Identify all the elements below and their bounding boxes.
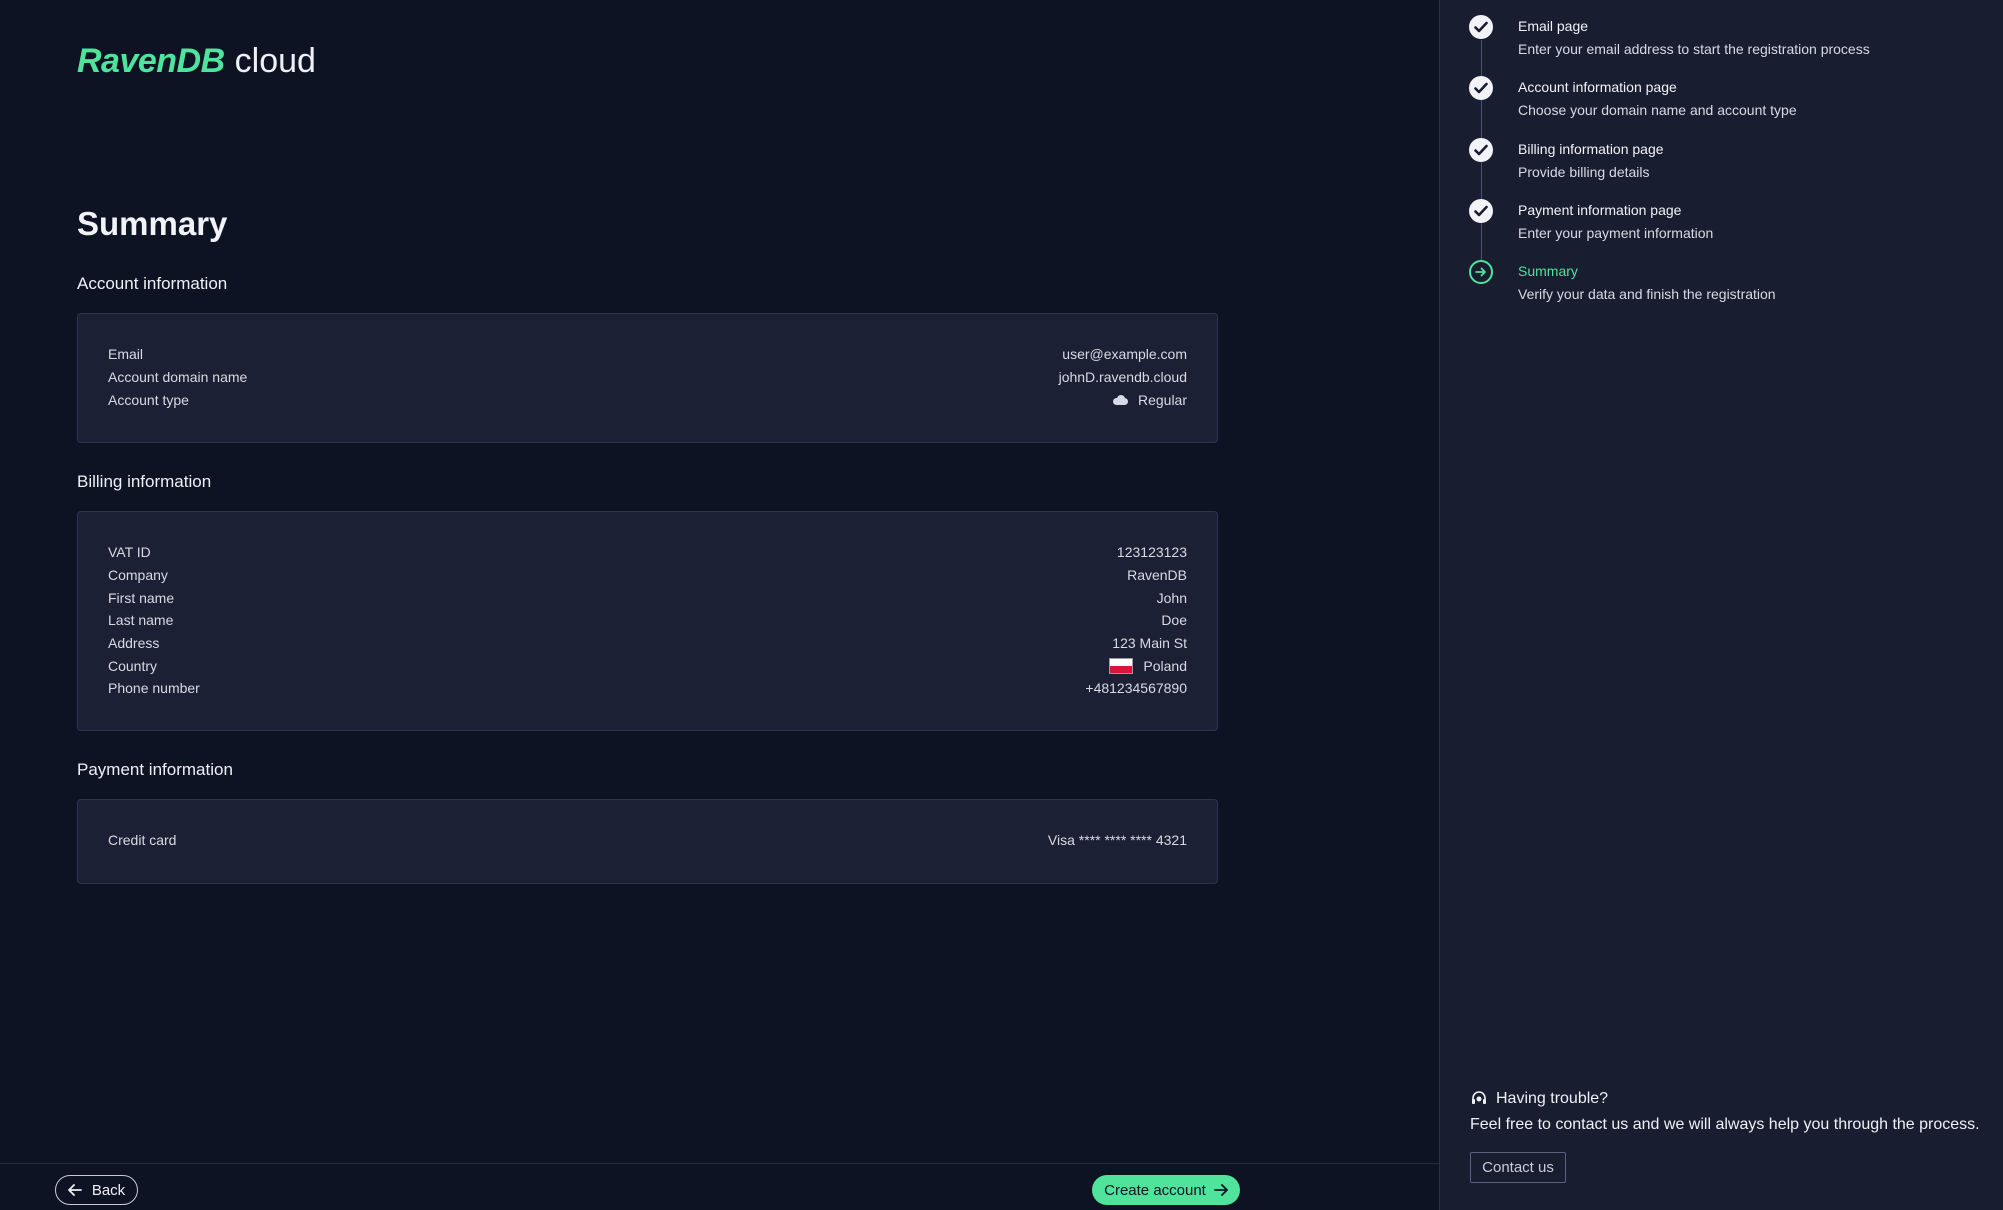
row-value: +481234567890 (1085, 680, 1187, 697)
step-title: Account information page (1518, 79, 1677, 95)
step-description: Choose your domain name and account type (1518, 102, 1797, 118)
row-value: Visa **** **** **** 4321 (1047, 832, 1187, 849)
payment-card: Credit card Visa **** **** **** 4321 (77, 799, 1218, 884)
billing-row-company: Company RavenDB (108, 564, 1187, 587)
row-value: Regular (1112, 392, 1187, 408)
arrow-right-circle-icon (1469, 260, 1493, 284)
row-value: 123 Main St (1112, 635, 1187, 652)
row-value: johnD.ravendb.cloud (1058, 369, 1187, 386)
account-row-type: Account type Regular (108, 388, 1187, 411)
headset-icon (1472, 1091, 1486, 1104)
create-account-button-label: Create account (1104, 1181, 1206, 1199)
billing-card: VAT ID 123123123 Company RavenDB First n… (77, 511, 1218, 731)
row-label: Credit card (108, 832, 177, 849)
billing-row-address: Address 123 Main St (108, 632, 1187, 655)
step-account-information-page: Account information page Choose your dom… (1467, 72, 1987, 122)
row-value: 123123123 (1116, 544, 1187, 561)
arrow-left-icon (67, 1184, 82, 1196)
create-account-button[interactable]: Create account (1092, 1175, 1240, 1205)
row-label: VAT ID (108, 544, 151, 561)
step-title: Billing information page (1518, 141, 1664, 157)
check-circle-icon (1469, 76, 1493, 100)
step-summary: Summary Verify your data and finish the … (1467, 256, 1987, 306)
account-row-email: Email user@example.com (108, 343, 1187, 366)
flag-poland-icon (1109, 657, 1134, 674)
row-label: Account type (108, 391, 189, 408)
help-section: Having trouble? Feel free to contact us … (1470, 1090, 1990, 1183)
row-label: First name (108, 589, 175, 606)
page-title: Summary (77, 205, 228, 242)
row-value: John (1156, 589, 1187, 606)
arrow-right-icon (1213, 1184, 1228, 1196)
payment-row-credit-card: Credit card Visa **** **** **** 4321 (108, 829, 1187, 852)
cloud-icon (1112, 394, 1128, 405)
step-title: Email page (1518, 18, 1589, 34)
billing-row-first-name: First name John (108, 586, 1187, 609)
check-circle-icon (1469, 138, 1493, 162)
main-panel: RavenDB cloud Summary Account informatio… (0, 0, 1439, 1210)
row-value: Doe (1161, 612, 1187, 629)
contact-us-button[interactable]: Contact us (1470, 1152, 1566, 1183)
help-title-text: Having trouble? (1496, 1090, 1609, 1107)
step-billing-information-page: Billing information page Provide billing… (1467, 134, 1987, 184)
billing-row-phone: Phone number +481234567890 (108, 677, 1187, 700)
billing-row-country: Country Poland (108, 654, 1187, 677)
check-circle-icon (1469, 15, 1493, 39)
step-description: Provide billing details (1518, 164, 1650, 180)
row-label: Company (108, 567, 168, 584)
row-label: Phone number (108, 680, 200, 697)
billing-section-title: Billing information (77, 472, 212, 491)
help-title: Having trouble? (1470, 1090, 1990, 1108)
step-payment-information-page: Payment information page Enter your paym… (1467, 195, 1987, 245)
help-text: Feel free to contact us and we will alwa… (1470, 1116, 1980, 1133)
footer-divider (0, 1163, 1439, 1164)
row-value: RavenDB (1127, 567, 1187, 584)
row-label: Last name (108, 612, 174, 629)
logo: RavenDB cloud (77, 42, 316, 82)
step-description: Verify your data and finish the registra… (1518, 286, 1776, 302)
back-button-label: Back (91, 1181, 126, 1199)
logo-brand: RavenDB (77, 42, 225, 80)
step-description: Enter your payment information (1518, 225, 1714, 241)
row-value: user@example.com (1062, 346, 1187, 363)
logo-product: cloud (234, 42, 316, 80)
step-email-page: Email page Enter your email address to s… (1467, 11, 1987, 61)
billing-row-vat: VAT ID 123123123 (108, 541, 1187, 564)
step-description: Enter your email address to start the re… (1518, 41, 1870, 57)
account-row-domain: Account domain name johnD.ravendb.cloud (108, 366, 1187, 389)
row-label: Account domain name (108, 369, 248, 386)
account-card: Email user@example.com Account domain na… (77, 313, 1218, 443)
row-label: Country (108, 657, 158, 674)
payment-section-title: Payment information (77, 760, 233, 779)
row-label: Address (108, 635, 160, 652)
row-value: Poland (1109, 657, 1187, 674)
step-title: Summary (1518, 263, 1578, 279)
step-title: Payment information page (1518, 202, 1682, 218)
row-label: Email (108, 346, 144, 363)
account-section-title: Account information (77, 274, 228, 293)
back-button[interactable]: Back (55, 1175, 138, 1205)
billing-row-last-name: Last name Doe (108, 609, 1187, 632)
check-circle-icon (1469, 199, 1493, 223)
